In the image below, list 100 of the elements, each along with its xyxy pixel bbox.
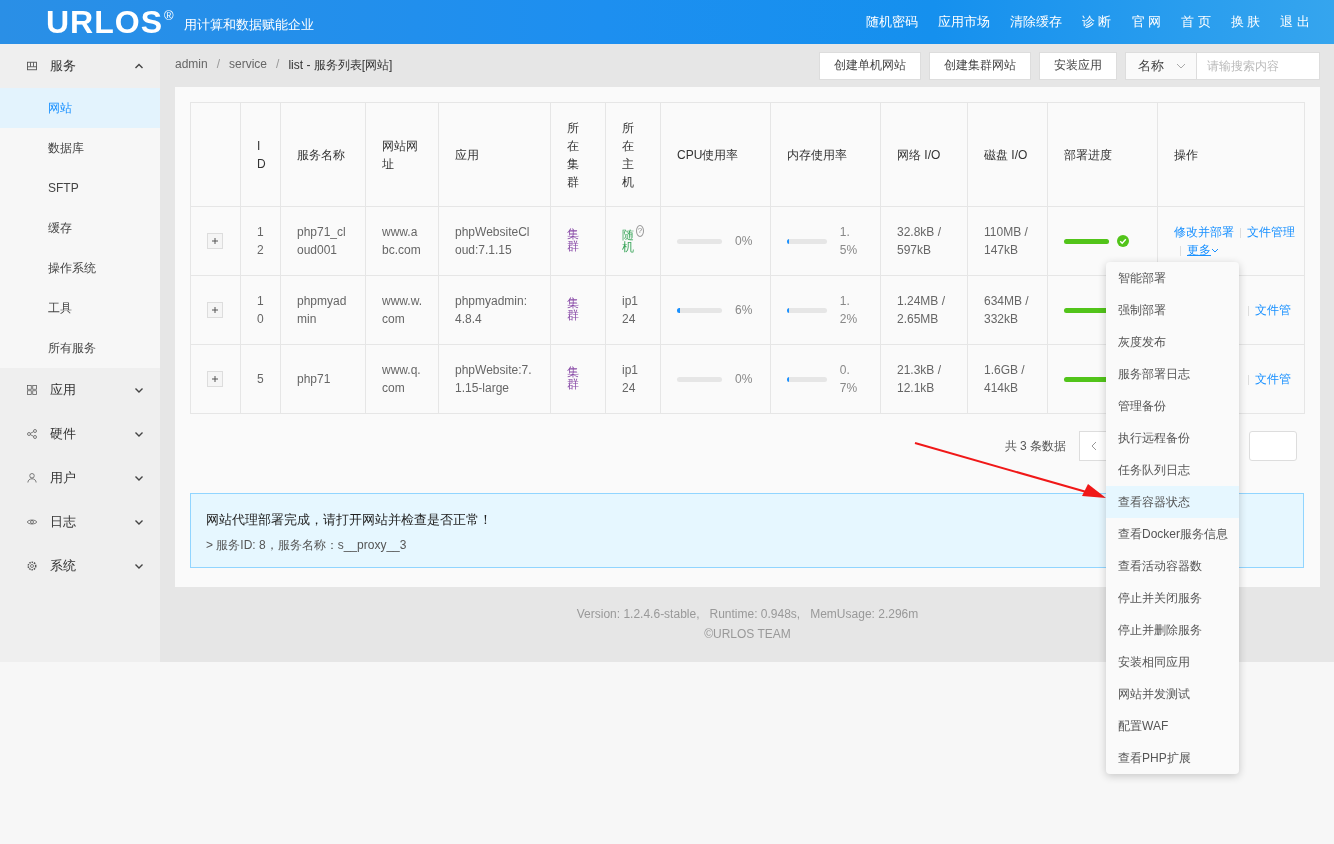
breadcrumb-separator: / bbox=[276, 57, 280, 73]
expand-button[interactable] bbox=[207, 371, 223, 387]
alert-detail: > 服务ID: 8，服务名称：s__proxy__3 bbox=[206, 537, 408, 554]
sidebar-subitem[interactable]: 数据库 bbox=[0, 128, 160, 168]
sidebar-item[interactable]: 硬件 bbox=[0, 412, 160, 456]
menu-item[interactable]: 查看容器状态 bbox=[1106, 486, 1239, 518]
host-text: 随机 bbox=[622, 229, 634, 253]
search-field[interactable]: 请输搜索内容 bbox=[1197, 51, 1320, 80]
column-header: 应用 bbox=[455, 147, 479, 162]
menu-item[interactable]: 管理备份 bbox=[1106, 390, 1239, 422]
eye-icon bbox=[26, 516, 38, 528]
grid-icon bbox=[26, 384, 38, 396]
column-header: 所在主机 bbox=[622, 120, 634, 189]
chevron-left-icon bbox=[1090, 441, 1098, 451]
usage-reading: 6% bbox=[735, 302, 753, 319]
page-input[interactable] bbox=[1249, 431, 1297, 461]
sidebar-item[interactable]: 系统 bbox=[0, 544, 160, 588]
menu-item[interactable]: 任务队列日志 bbox=[1106, 454, 1239, 486]
table-cell: www.abc.com bbox=[382, 225, 421, 257]
menu-item[interactable]: 配置WAF bbox=[1106, 710, 1239, 742]
copyright: ©URLOS TEAM bbox=[704, 627, 791, 641]
menu-item[interactable]: 安装相同应用 bbox=[1106, 646, 1239, 678]
usage-reading: 0.7% bbox=[839, 362, 859, 397]
table-cell: 21.3kB / 12.1kB bbox=[897, 363, 942, 395]
plus-icon bbox=[211, 237, 219, 245]
menu-item[interactable]: 查看活动容器数 bbox=[1106, 550, 1239, 582]
tagline: 用计算和数据赋能企业 bbox=[183, 16, 314, 34]
toolbar-button[interactable]: 创建单机网站 bbox=[819, 51, 921, 80]
expand-button[interactable] bbox=[207, 302, 223, 318]
menu-item[interactable]: 强制部署 bbox=[1106, 294, 1239, 326]
expand-button[interactable] bbox=[207, 233, 223, 249]
usage-reading: 1.2% bbox=[839, 293, 859, 328]
menu-item[interactable]: 查看Docker服务信息 bbox=[1106, 518, 1239, 550]
menu-item[interactable]: 服务部署日志 bbox=[1106, 358, 1239, 390]
column-header: 服务名称 bbox=[297, 147, 345, 162]
previous-page-button[interactable] bbox=[1079, 431, 1109, 461]
alert-title: 网站代理部署完成，请打开网站并检查是否正常！ bbox=[206, 511, 493, 529]
table-cell: 12 bbox=[257, 225, 264, 257]
table-cell: phpWebsiteCloud:7.1.15 bbox=[455, 225, 530, 257]
column-header: 部署进度 bbox=[1064, 147, 1112, 162]
chevron-down-icon bbox=[1211, 248, 1219, 254]
user-icon bbox=[26, 472, 38, 484]
table-cell: phpWebsite:7.1.15-large bbox=[455, 363, 532, 395]
layout-icon bbox=[26, 60, 38, 72]
column-header: 所在集群 bbox=[567, 120, 579, 189]
cluster-text: 集群 bbox=[567, 296, 579, 321]
table-cell: 10 bbox=[257, 294, 264, 326]
menu-item[interactable]: 查看PHP扩展 bbox=[1106, 742, 1239, 774]
cluster-text: 集群 bbox=[567, 365, 579, 390]
column-header: 网络 I/O bbox=[897, 147, 941, 162]
column-header: ID bbox=[257, 138, 266, 171]
settings-icon bbox=[26, 560, 38, 572]
logo: URLOS bbox=[46, 6, 163, 38]
menu-item[interactable]: 智能部署 bbox=[1106, 262, 1239, 294]
table-cell: phpmyadmin bbox=[297, 294, 347, 326]
sidebar-item[interactable]: 用户 bbox=[0, 456, 160, 500]
toolbar-button[interactable]: 创建集群网站 bbox=[929, 51, 1031, 80]
sidebar-subitem[interactable]: 工具 bbox=[0, 288, 160, 328]
usage-reading: 0% bbox=[735, 233, 753, 250]
column-header: 网站网址 bbox=[382, 138, 418, 171]
table-cell: 110MB / 147kB bbox=[984, 225, 1028, 257]
host-text: ip124 bbox=[622, 294, 638, 326]
table-cell: phpmyadmin:4.8.4 bbox=[455, 294, 528, 326]
registered-mark: ® bbox=[164, 8, 174, 23]
breadcrumb-current: list - 服务列表[网站] bbox=[288, 57, 393, 74]
breadcrumb-link[interactable]: service bbox=[229, 57, 268, 74]
menu-item[interactable]: 灰度发布 bbox=[1106, 326, 1239, 358]
table-cell: php71 bbox=[297, 372, 331, 386]
column-header: CPU使用率 bbox=[677, 147, 739, 162]
sidebar-subitem[interactable]: 缓存 bbox=[0, 208, 160, 248]
sidebar-item[interactable]: 日志 bbox=[0, 500, 160, 544]
menu-item[interactable]: 停止并删除服务 bbox=[1106, 614, 1239, 646]
sidebar-item[interactable]: 服务 bbox=[0, 44, 160, 88]
table-cell: php71_cloud001 bbox=[297, 225, 346, 257]
version-info: Version: 1.2.4.6-stable, Runtime: 0.948s, MemUsage: 2.296m bbox=[576, 607, 919, 621]
menu-item[interactable]: 停止并关闭服务 bbox=[1106, 582, 1239, 614]
table-cell: 5 bbox=[257, 372, 264, 386]
share-icon bbox=[26, 428, 38, 440]
host-text: ip124 bbox=[622, 363, 638, 395]
usage-reading: 1.5% bbox=[839, 224, 859, 259]
column-header: 内存使用率 bbox=[787, 147, 847, 162]
plus-icon bbox=[211, 306, 219, 314]
breadcrumb-link[interactable]: admin bbox=[175, 57, 208, 74]
table-cell: www.q.com bbox=[382, 363, 421, 395]
filter-select[interactable]: 名称 bbox=[1125, 51, 1197, 80]
sidebar-subitem[interactable]: 所有服务 bbox=[0, 328, 160, 368]
sidebar-subitem[interactable]: SFTP bbox=[0, 168, 160, 208]
menu-item[interactable]: 执行远程备份 bbox=[1106, 422, 1239, 454]
table-cell: 634MB / 332kB bbox=[984, 294, 1029, 326]
sidebar-item[interactable]: 应用 bbox=[0, 368, 160, 412]
cluster-text: 集群 bbox=[567, 227, 579, 252]
column-header: 磁盘 I/O bbox=[984, 147, 1028, 162]
sidebar-subitem[interactable]: 操作系统 bbox=[0, 248, 160, 288]
menu-item[interactable]: 网站并发测试 bbox=[1106, 678, 1239, 710]
usage-reading: 0% bbox=[735, 371, 753, 388]
table-cell: 1.6GB / 414kB bbox=[984, 363, 1025, 395]
breadcrumb-separator: / bbox=[216, 57, 221, 73]
total-count: 共 3 条数据 bbox=[1004, 437, 1066, 455]
toolbar-button[interactable]: 安装应用 bbox=[1039, 51, 1117, 80]
table-cell: 1.24MB / 2.65MB bbox=[897, 294, 946, 326]
